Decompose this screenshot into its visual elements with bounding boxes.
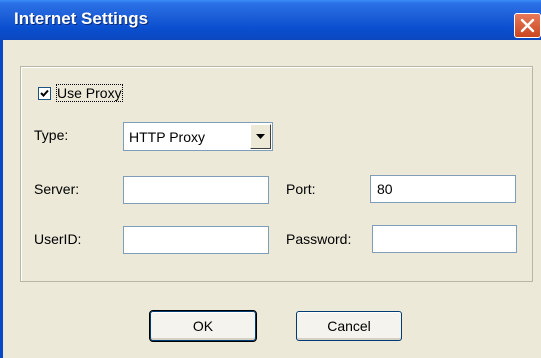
ok-button-label: OK [192, 318, 214, 334]
close-icon [520, 18, 535, 33]
password-label: Password: [286, 231, 352, 247]
chevron-down-icon [256, 134, 265, 139]
password-input[interactable] [372, 225, 517, 253]
checkmark-icon [40, 89, 49, 97]
close-button[interactable] [514, 13, 541, 38]
cancel-button-label: Cancel [327, 318, 371, 334]
window-frame [0, 40, 3, 358]
dropdown-button[interactable] [250, 124, 271, 149]
window-title: Internet Settings [14, 9, 149, 28]
userid-input[interactable] [123, 226, 269, 254]
userid-label: UserID: [34, 231, 82, 247]
ok-button[interactable]: OK [149, 310, 257, 342]
cancel-button[interactable]: Cancel [296, 311, 402, 341]
use-proxy-checkbox[interactable] [38, 87, 51, 100]
server-label: Server: [34, 181, 80, 197]
internet-settings-dialog: Internet Settings Use Proxy Type: HTTP P… [0, 0, 541, 358]
type-label: Type: [34, 127, 69, 143]
proxy-type-select[interactable]: HTTP Proxy [123, 122, 273, 151]
title-bar[interactable]: Internet Settings [0, 0, 541, 40]
port-label: Port: [286, 181, 316, 197]
server-input[interactable] [123, 176, 269, 204]
use-proxy-label[interactable]: Use Proxy [56, 84, 123, 102]
port-input[interactable]: 80 [370, 175, 516, 203]
proxy-type-value: HTTP Proxy [129, 129, 205, 145]
